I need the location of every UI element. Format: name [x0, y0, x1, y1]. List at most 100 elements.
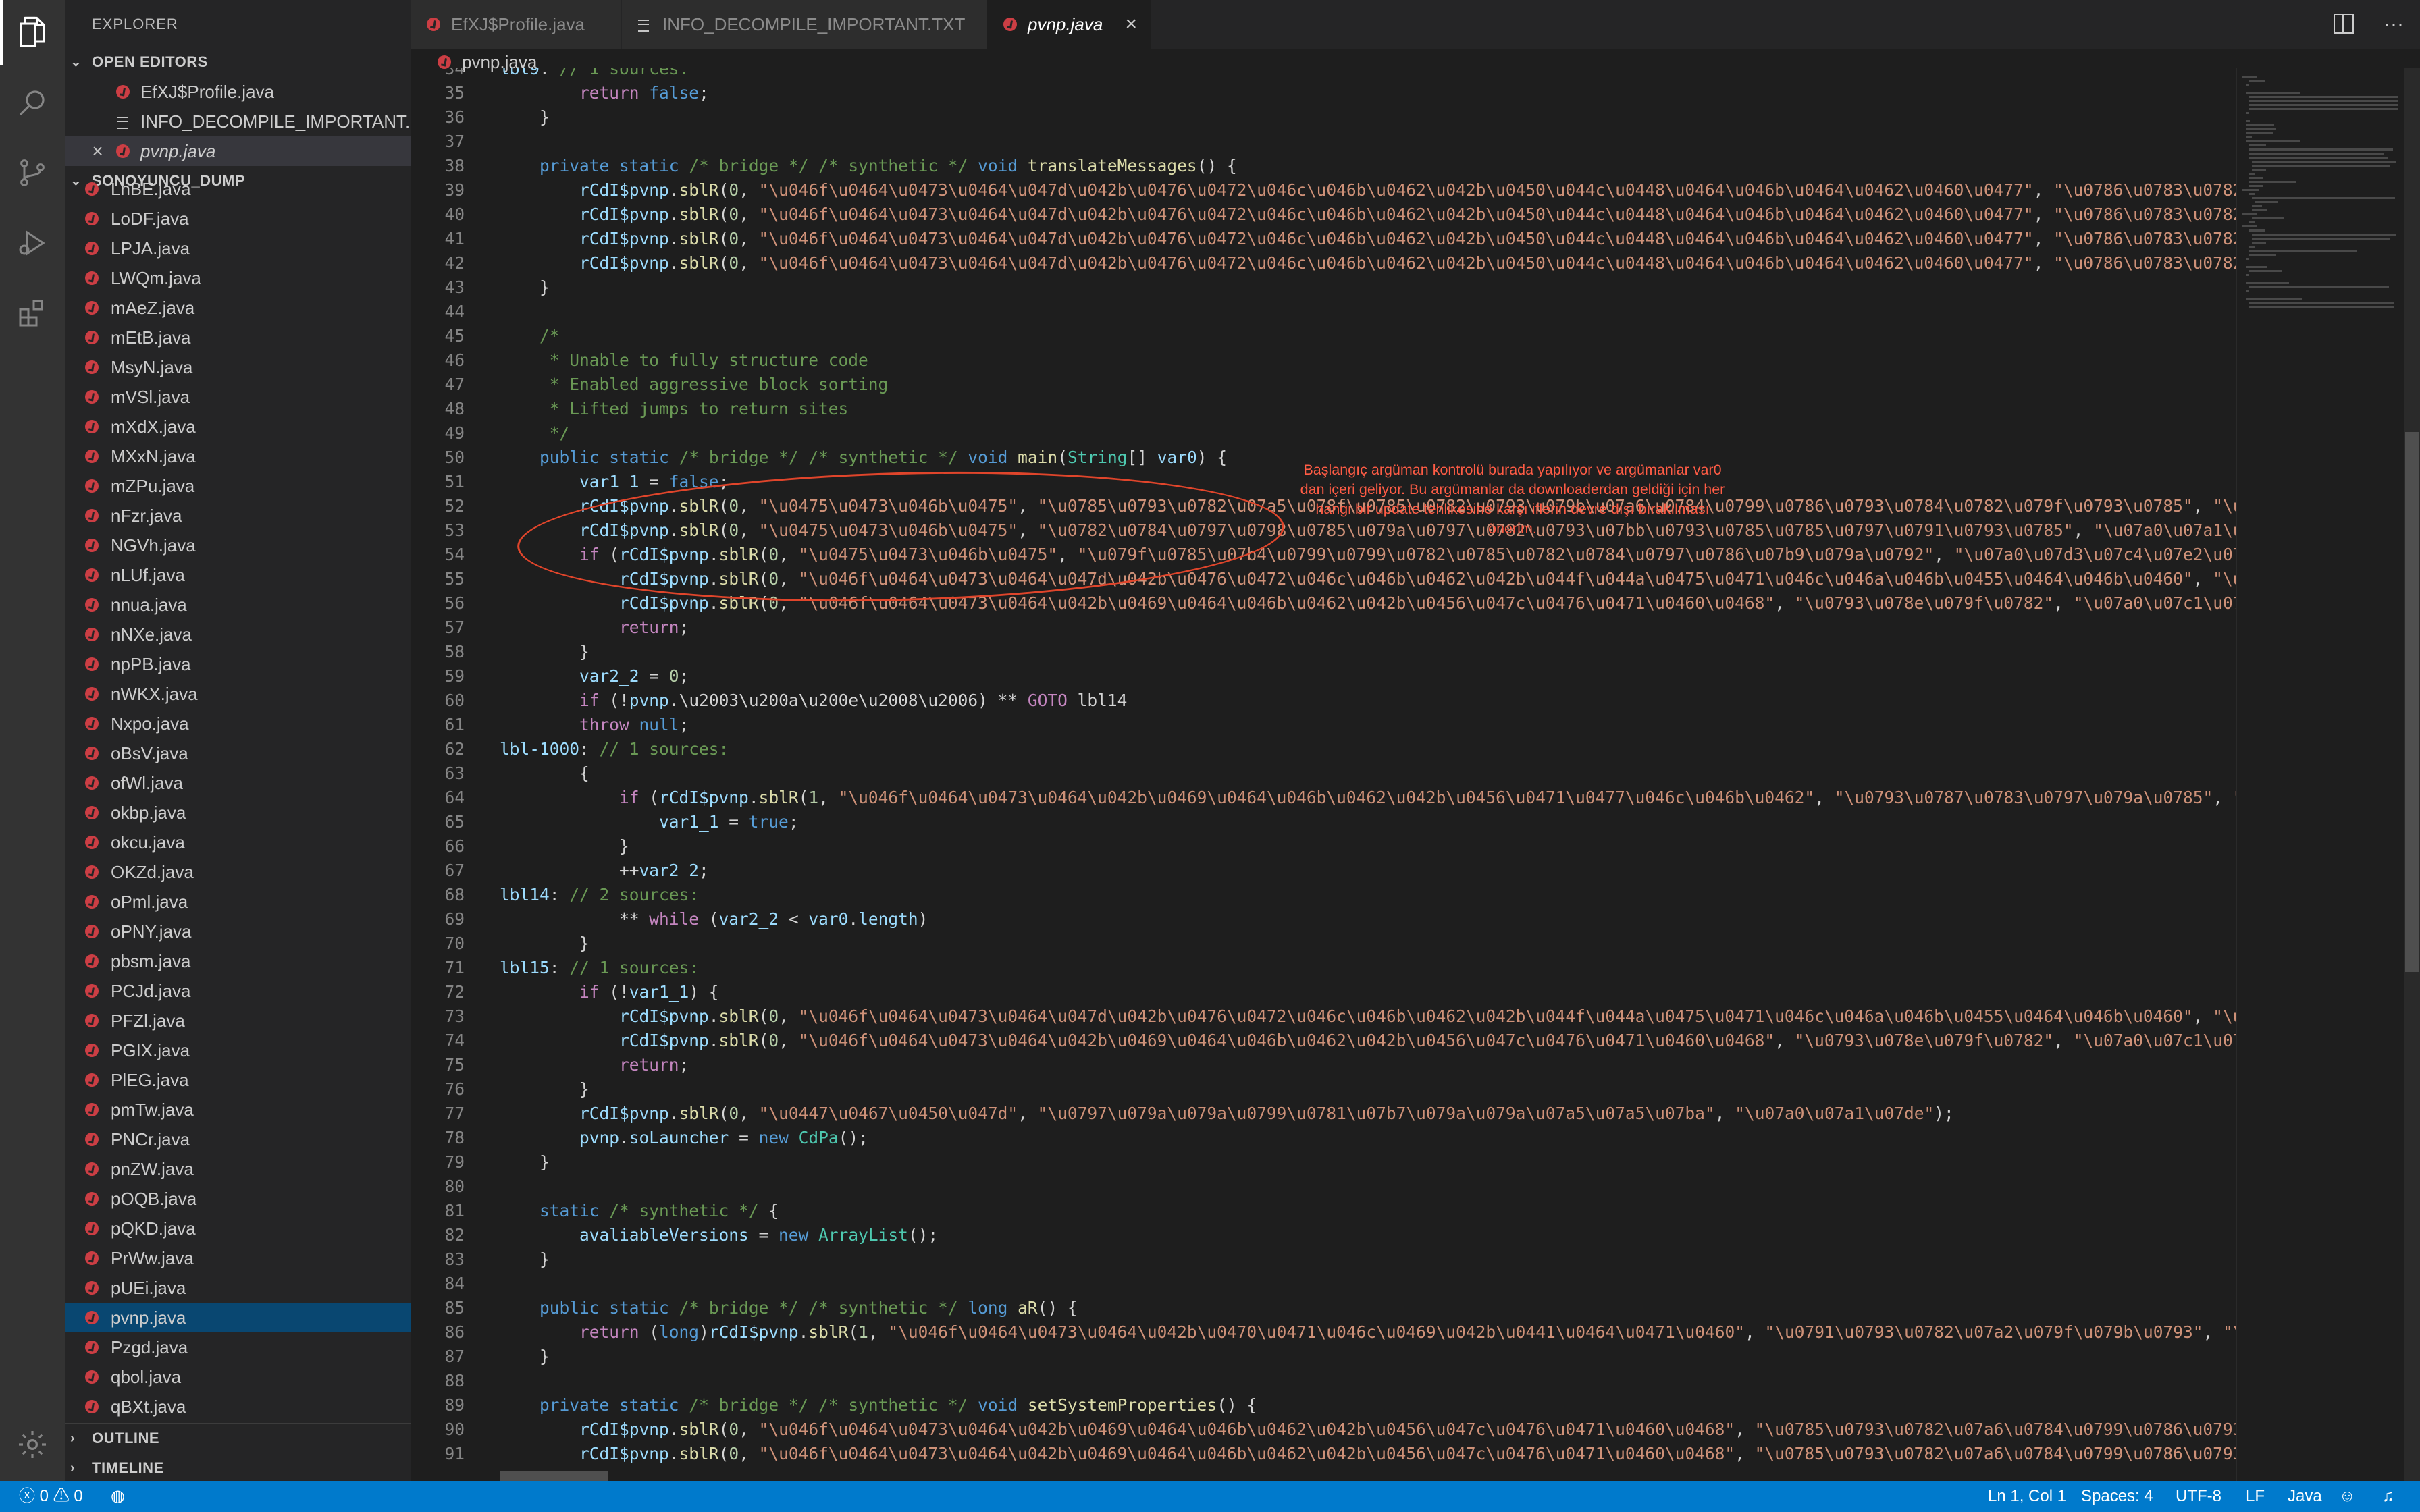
- globe-icon[interactable]: ◍: [111, 1481, 125, 1512]
- warning-icon: ⚠: [53, 1487, 70, 1505]
- file-tree-item[interactable]: pnZW.java: [65, 1154, 411, 1184]
- timeline-panel-header[interactable]: › TIMELINE: [65, 1453, 411, 1481]
- split-editor-icon[interactable]: [2333, 14, 2354, 34]
- file-tree-item[interactable]: PCJd.java: [65, 976, 411, 1006]
- file-tree-item[interactable]: pbsm.java: [65, 946, 411, 976]
- minimap[interactable]: [2236, 68, 2399, 1481]
- line-number: 48: [444, 399, 465, 418]
- file-tree-item[interactable]: mXdX.java: [65, 412, 411, 441]
- file-tree-item[interactable]: okbp.java: [65, 798, 411, 828]
- text-file-icon: [638, 20, 649, 32]
- close-icon[interactable]: ×: [92, 136, 103, 166]
- file-tree-item[interactable]: pvnp.java: [65, 1303, 411, 1332]
- minimap-line: [2245, 290, 2250, 292]
- code-line: 42 rCdI$pvnp.sblR(0, "\u046f\u0464\u0473…: [411, 251, 2236, 275]
- file-tree-item[interactable]: pmTw.java: [65, 1095, 411, 1125]
- vertical-scrollbar[interactable]: [2404, 68, 2420, 1481]
- code-line: 88: [411, 1369, 2236, 1393]
- file-tree-item[interactable]: PFZl.java: [65, 1006, 411, 1035]
- java-file-icon: [85, 182, 99, 196]
- outline-panel-header[interactable]: › OUTLINE: [65, 1423, 411, 1453]
- line-number: 86: [444, 1322, 465, 1342]
- file-tree-item[interactable]: LWQm.java: [65, 263, 411, 293]
- file-tree-item[interactable]: Nxpo.java: [65, 709, 411, 738]
- file-tree-item[interactable]: LPJA.java: [65, 234, 411, 263]
- file-tree-item[interactable]: PNCr.java: [65, 1125, 411, 1154]
- code-text: * Enabled aggressive block sorting: [500, 375, 889, 394]
- encoding[interactable]: UTF-8: [2176, 1481, 2221, 1512]
- file-tree-item[interactable]: Pzgd.java: [65, 1332, 411, 1362]
- file-tree-item[interactable]: oBsV.java: [65, 738, 411, 768]
- file-tree-item[interactable]: LhBE.java: [65, 181, 411, 204]
- file-tree-item[interactable]: nnua.java: [65, 590, 411, 620]
- file-tree-item[interactable]: qBXt.java: [65, 1392, 411, 1418]
- open-editor-item-active[interactable]: × pvnp.java: [65, 136, 411, 166]
- extensions-icon[interactable]: [14, 294, 51, 332]
- line-number: 90: [444, 1420, 465, 1439]
- open-editor-item[interactable]: EfXJ$Profile.java: [65, 77, 411, 107]
- file-tree-label: nnua.java: [111, 595, 187, 615]
- code-editor[interactable]: 34 lbl9: // 1 sources: 35 return false; 36 …: [411, 68, 2236, 1473]
- tab-pvnp[interactable]: pvnp.java ×: [987, 0, 1151, 49]
- file-tree[interactable]: LhBE.java LoDF.java LPJA.java LWQm.java mAeZ…: [65, 181, 411, 1418]
- file-tree-item[interactable]: PGIX.java: [65, 1035, 411, 1065]
- file-tree-item[interactable]: npPB.java: [65, 649, 411, 679]
- file-tree-item[interactable]: MsyN.java: [65, 352, 411, 382]
- cursor-position[interactable]: Ln 1, Col 1: [1988, 1481, 2066, 1512]
- run-debug-icon[interactable]: [14, 224, 51, 262]
- file-tree-item[interactable]: nFzr.java: [65, 501, 411, 531]
- source-control-icon[interactable]: [14, 154, 51, 192]
- file-tree-item[interactable]: oPml.java: [65, 887, 411, 917]
- file-tree-item[interactable]: NGVh.java: [65, 531, 411, 560]
- scrollbar-thumb[interactable]: [2405, 432, 2419, 972]
- file-tree-item[interactable]: PrWw.java: [65, 1243, 411, 1273]
- horizontal-scrollbar-thumb[interactable]: [500, 1472, 608, 1481]
- minimap-line: [2245, 84, 2250, 86]
- notifications-bell-icon[interactable]: ♫: [2382, 1481, 2394, 1512]
- file-tree-item[interactable]: OKZd.java: [65, 857, 411, 887]
- open-editor-item[interactable]: INFO_DECOMPILE_IMPORTANT....: [65, 107, 411, 136]
- search-icon[interactable]: [14, 84, 51, 122]
- file-tree-item[interactable]: nWKX.java: [65, 679, 411, 709]
- file-tree-item[interactable]: pOQB.java: [65, 1184, 411, 1214]
- file-tree-item[interactable]: mZPu.java: [65, 471, 411, 501]
- tab-efxj-profile[interactable]: EfXJ$Profile.java: [411, 0, 622, 49]
- language-mode[interactable]: Java: [2288, 1481, 2322, 1512]
- problems-indicator[interactable]: ⓧ 0 ⚠ 0: [19, 1481, 83, 1512]
- code-line: 68 lbl14: // 2 sources:: [411, 883, 2236, 907]
- file-tree-item[interactable]: PlEG.java: [65, 1065, 411, 1095]
- code-line: 73 rCdI$pvnp.sblR(0, "\u046f\u0464\u0473…: [411, 1004, 2236, 1029]
- file-tree-label: oPml.java: [111, 892, 188, 912]
- settings-gear-icon[interactable]: [14, 1426, 51, 1463]
- line-ending[interactable]: LF: [2246, 1481, 2265, 1512]
- open-editors-header[interactable]: ⌄ OPEN EDITORS: [65, 47, 411, 77]
- code-line: 83 }: [411, 1247, 2236, 1272]
- line-number: 38: [444, 156, 465, 176]
- file-tree-label: ofWl.java: [111, 773, 183, 793]
- minimap-line: [2245, 112, 2250, 114]
- indentation[interactable]: Spaces: 4: [2081, 1481, 2153, 1512]
- explorer-icon[interactable]: [0, 0, 51, 65]
- file-tree-item[interactable]: MXxN.java: [65, 441, 411, 471]
- file-tree-item[interactable]: mEtB.java: [65, 323, 411, 352]
- file-tree-label: LWQm.java: [111, 268, 201, 288]
- file-tree-item[interactable]: nLUf.java: [65, 560, 411, 590]
- file-tree-item[interactable]: mVSl.java: [65, 382, 411, 412]
- file-tree-label: nFzr.java: [111, 506, 182, 526]
- java-file-icon: [85, 360, 99, 374]
- file-tree-item[interactable]: okcu.java: [65, 828, 411, 857]
- tab-close-icon[interactable]: ×: [1125, 0, 1137, 49]
- file-tree-item[interactable]: mAeZ.java: [65, 293, 411, 323]
- file-tree-item[interactable]: ofWl.java: [65, 768, 411, 798]
- more-actions-icon[interactable]: ···: [2384, 13, 2404, 35]
- code-line: 81 static /* synthetic */ {: [411, 1199, 2236, 1223]
- file-tree-item[interactable]: qbol.java: [65, 1362, 411, 1392]
- file-tree-item[interactable]: LoDF.java: [65, 204, 411, 234]
- tab-info-decompile[interactable]: INFO_DECOMPILE_IMPORTANT.TXT: [622, 0, 987, 49]
- file-tree-item[interactable]: nNXe.java: [65, 620, 411, 649]
- feedback-icon[interactable]: ☺: [2339, 1481, 2356, 1512]
- file-tree-item[interactable]: pUEi.java: [65, 1273, 411, 1303]
- file-tree-item[interactable]: pQKD.java: [65, 1214, 411, 1243]
- file-tree-item[interactable]: oPNY.java: [65, 917, 411, 946]
- open-editors-label: OPEN EDITORS: [92, 53, 208, 70]
